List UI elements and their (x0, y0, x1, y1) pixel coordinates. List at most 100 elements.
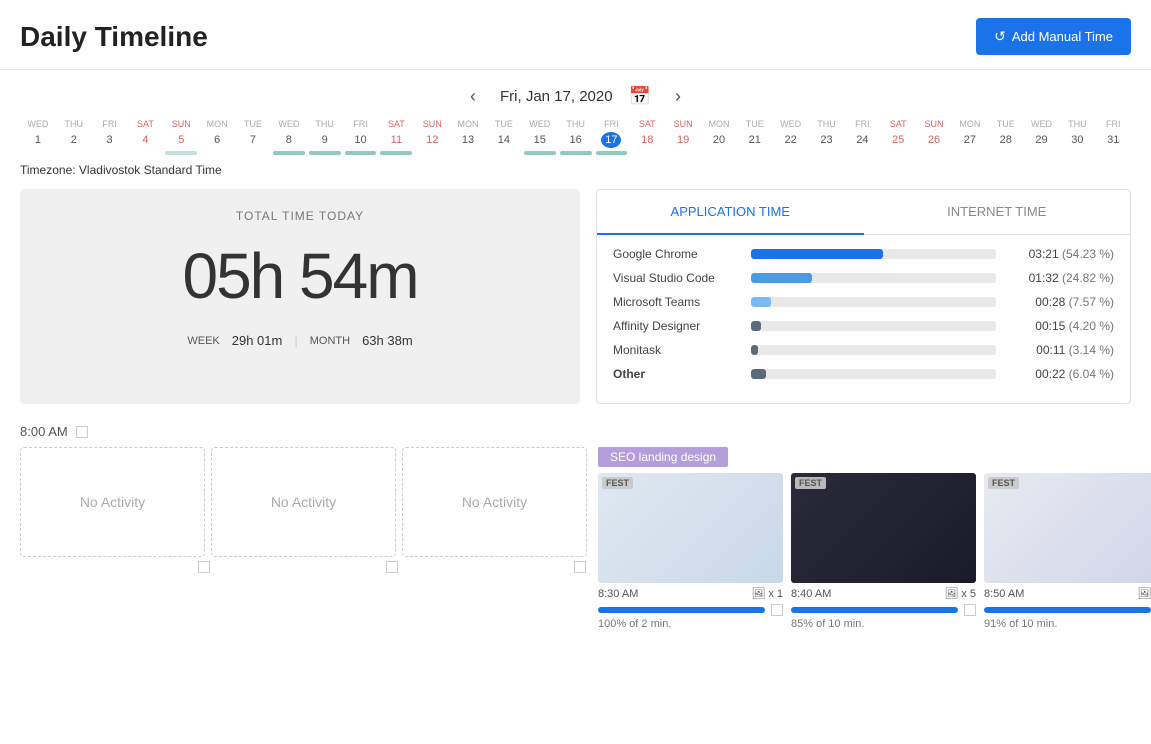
month-value: 63h 38m (362, 333, 413, 348)
screenshot-count-1: 🖼 x 5 (944, 587, 976, 600)
screenshot-image-0: FEST (598, 473, 783, 583)
calendar-day-12[interactable]: Sun12 (414, 119, 450, 155)
screenshot-time-2: 8:50 AM (984, 588, 1024, 600)
main-content: TOTAL TIME TODAY 05h 54m WEEK 29h 01m | … (0, 181, 1151, 412)
screenshot-group: SEO landing design FEST 8:30 AM 🖼 x 1 10… (598, 447, 1151, 630)
screenshot-footer-1: 8:40 AM 🖼 x 5 (791, 587, 976, 600)
calendar-day-17[interactable]: Fri17 (594, 119, 630, 155)
slot-checkbox-3[interactable] (574, 561, 586, 573)
app-name-3: Affinity Designer (613, 319, 743, 333)
calendar-days-row: Wed1Thu2Fri3Sat4Sun5Mon6Tue7Wed8Thu9Fri1… (20, 119, 1131, 155)
calendar-day-1[interactable]: Wed1 (20, 119, 56, 155)
seo-label: SEO landing design (598, 447, 728, 467)
calendar-day-22[interactable]: Wed22 (773, 119, 809, 155)
screenshot-count-0: 🖼 x 1 (751, 587, 783, 600)
page-container: Daily Timeline ↺ Add Manual Time ‹ Fri, … (0, 0, 1151, 744)
next-date-button[interactable]: › (667, 82, 689, 111)
app-stat-0: 03:21 (54.23 %) (1004, 247, 1114, 261)
calendar-day-18[interactable]: Sat18 (629, 119, 665, 155)
calendar-day-31[interactable]: Fri31 (1095, 119, 1131, 155)
fest-badge-1: FEST (795, 477, 826, 489)
screenshot-checkbox-1[interactable] (964, 604, 976, 616)
app-rows: Google Chrome 03:21 (54.23 %) Visual Studi… (597, 235, 1130, 403)
page-title: Daily Timeline (20, 21, 208, 53)
screenshot-card-1[interactable]: FEST 8:40 AM 🖼 x 5 85% of 10 min. (791, 473, 976, 630)
app-bar-container-0 (751, 249, 996, 259)
calendar-day-15[interactable]: Wed15 (522, 119, 558, 155)
calendar-day-21[interactable]: Tue21 (737, 119, 773, 155)
screenshot-image-1: FEST (791, 473, 976, 583)
app-bar-container-1 (751, 273, 996, 283)
calendar-day-13[interactable]: Mon13 (450, 119, 486, 155)
calendar-day-5[interactable]: Sun5 (163, 119, 199, 155)
calendar-day-24[interactable]: Fri24 (844, 119, 880, 155)
calendar-day-11[interactable]: Sat11 (378, 119, 414, 155)
image-icon-2: 🖼 (1137, 587, 1151, 600)
calendar-day-6[interactable]: Mon6 (199, 119, 235, 155)
screenshot-desc-2: 91% of 10 min. (984, 618, 1151, 630)
app-time-panel: APPLICATION TIME INTERNET TIME Google Ch… (596, 189, 1131, 404)
calendar-day-16[interactable]: Thu16 (558, 119, 594, 155)
activity-row: No Activity No Activity No Activity (20, 447, 1131, 630)
calendar-day-7[interactable]: Tue7 (235, 119, 271, 155)
app-stat-4: 00:11 (3.14 %) (1004, 343, 1114, 357)
app-bar-fill-1 (751, 273, 812, 283)
prev-date-button[interactable]: ‹ (462, 82, 484, 111)
calendar-day-14[interactable]: Tue14 (486, 119, 522, 155)
tab-internet-time[interactable]: INTERNET TIME (864, 190, 1131, 234)
progress-bar-row-1 (791, 604, 976, 616)
time-label: 8:00 AM (20, 424, 68, 439)
app-bar-container-5 (751, 369, 996, 379)
calendar-day-30[interactable]: Thu30 (1059, 119, 1095, 155)
calendar-day-28[interactable]: Tue28 (988, 119, 1024, 155)
time-checkbox[interactable] (76, 426, 88, 438)
slot-checkbox-1[interactable] (198, 561, 210, 573)
page-header: Daily Timeline ↺ Add Manual Time (0, 0, 1151, 70)
screenshot-time-0: 8:30 AM (598, 588, 638, 600)
progress-bar-1 (791, 607, 958, 613)
screenshot-card-0[interactable]: FEST 8:30 AM 🖼 x 1 100% of 2 min. (598, 473, 783, 630)
total-time-panel: TOTAL TIME TODAY 05h 54m WEEK 29h 01m | … (20, 189, 580, 404)
app-bar-fill-5 (751, 369, 766, 379)
tab-application-time[interactable]: APPLICATION TIME (597, 190, 864, 235)
screenshot-count-2: 🖼 x 5 (1137, 587, 1151, 600)
app-row-0: Google Chrome 03:21 (54.23 %) (613, 247, 1114, 261)
app-stat-3: 00:15 (4.20 %) (1004, 319, 1114, 333)
app-bar-container-4 (751, 345, 996, 355)
calendar-icon[interactable]: 📅 (629, 86, 651, 107)
no-activity-slot-3: No Activity (402, 447, 587, 557)
calendar-day-2[interactable]: Thu2 (56, 119, 92, 155)
calendar-day-29[interactable]: Wed29 (1024, 119, 1060, 155)
calendar-day-4[interactable]: Sat4 (128, 119, 164, 155)
app-name-0: Google Chrome (613, 247, 743, 261)
calendar-day-27[interactable]: Mon27 (952, 119, 988, 155)
calendar-day-10[interactable]: Fri10 (343, 119, 379, 155)
app-stat-5: 00:22 (6.04 %) (1004, 367, 1114, 381)
progress-bar-0 (598, 607, 765, 613)
calendar-day-26[interactable]: Sun26 (916, 119, 952, 155)
no-activity-slot-1: No Activity (20, 447, 205, 557)
fest-badge-2: FEST (988, 477, 1019, 489)
image-icon-0: 🖼 (751, 587, 765, 600)
add-manual-time-button[interactable]: ↺ Add Manual Time (976, 18, 1131, 55)
calendar-day-3[interactable]: Fri3 (92, 119, 128, 155)
screenshot-desc-0: 100% of 2 min. (598, 618, 783, 630)
total-time-label: TOTAL TIME TODAY (40, 209, 560, 223)
screenshot-card-2[interactable]: FEST 8:50 AM 🖼 x 5 91% of 10 min. (984, 473, 1151, 630)
calendar-day-19[interactable]: Sun19 (665, 119, 701, 155)
calendar-day-20[interactable]: Mon20 (701, 119, 737, 155)
slot-checkbox-2[interactable] (386, 561, 398, 573)
fest-badge-0: FEST (602, 477, 633, 489)
app-row-1: Visual Studio Code01:32 (24.82 %) (613, 271, 1114, 285)
calendar-strip: Wed1Thu2Fri3Sat4Sun5Mon6Tue7Wed8Thu9Fri1… (0, 119, 1151, 155)
calendar-day-25[interactable]: Sat25 (880, 119, 916, 155)
timeline-section: 8:00 AM No Activity No Activity No Activ… (0, 412, 1151, 630)
app-row-5: Other00:22 (6.04 %) (613, 367, 1114, 381)
month-label: MONTH (310, 335, 350, 347)
app-row-2: Microsoft Teams00:28 (7.57 %) (613, 295, 1114, 309)
app-bar-fill-2 (751, 297, 771, 307)
screenshot-checkbox-0[interactable] (771, 604, 783, 616)
calendar-day-8[interactable]: Wed8 (271, 119, 307, 155)
calendar-day-23[interactable]: Thu23 (809, 119, 845, 155)
calendar-day-9[interactable]: Thu9 (307, 119, 343, 155)
